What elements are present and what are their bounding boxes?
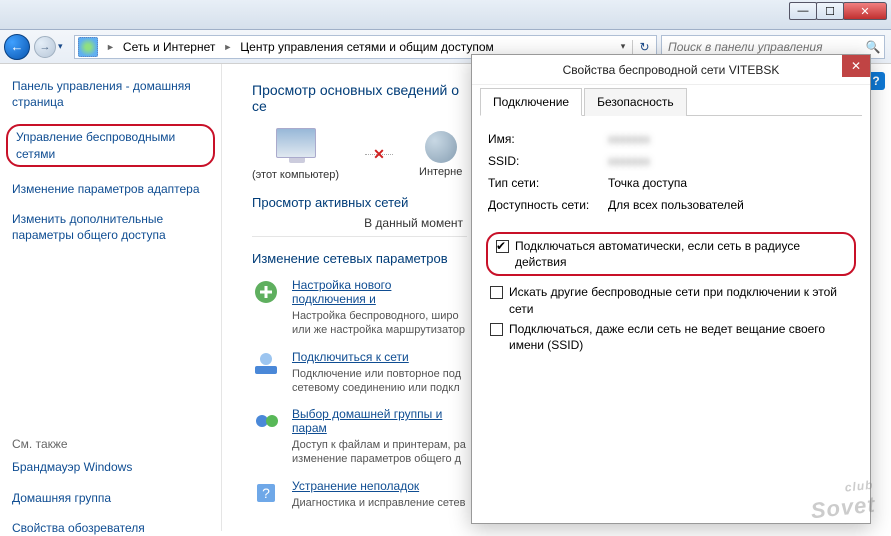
field-value-ssid: xxxxxxx [608,154,650,168]
nav-back[interactable]: ← [4,34,30,60]
search-input[interactable] [662,40,862,54]
breadcrumb-seg-sharing-center[interactable]: Центр управления сетями и общим доступом [237,38,497,56]
active-networks-heading: Просмотр активных сетей [252,195,467,210]
task-link-connect[interactable]: Подключиться к сети [292,350,461,364]
checkbox-label: Искать другие беспроводные сети при подк… [509,284,852,316]
homegroup-icon [252,407,280,435]
field-label-ssid: SSID: [488,154,608,168]
task-desc: Доступ к файлам и принтерам, ра изменени… [292,438,467,467]
task-link-troubleshoot[interactable]: Устранение неполадок [292,479,466,493]
task-link-homegroup[interactable]: Выбор домашней группы и парам [292,407,467,435]
connection-line: ✕ [365,154,393,155]
change-settings-heading: Изменение сетевых параметров [252,251,467,266]
checkbox-icon [496,240,509,253]
breadcrumb-separator: ► [218,42,237,52]
computer-icon [276,128,316,158]
new-connection-icon [252,278,280,306]
control-panel-icon [78,37,98,57]
tab-security[interactable]: Безопасность [584,88,687,116]
sidebar-seealso-firewall[interactable]: Брандмауэр Windows [12,459,209,475]
troubleshoot-icon: ? [252,479,280,507]
sidebar-link-adapter-settings[interactable]: Изменение параметров адаптера [12,181,209,197]
checkbox-search-other[interactable]: Искать другие беспроводные сети при подк… [486,282,856,318]
field-value-type: Точка доступа [608,176,687,190]
dialog-close-button[interactable]: ✕ [842,55,870,77]
window-close[interactable]: ✕ [843,2,887,20]
field-value-availability: Для всех пользователей [608,198,744,212]
see-also-heading: См. также [12,437,209,451]
control-panel-home-link[interactable]: Панель управления - домашняя страница [12,78,209,110]
window-maximize[interactable]: ☐ [816,2,844,20]
tab-connection[interactable]: Подключение [480,88,582,116]
active-networks-status: В данный момент [252,216,467,230]
connect-network-icon [252,350,280,378]
svg-text:?: ? [262,485,270,501]
sidebar-link-advanced-sharing[interactable]: Изменить дополнительные параметры общего… [12,211,209,243]
field-label-type: Тип сети: [488,176,608,190]
checkbox-connect-hidden[interactable]: Подключаться, даже если сеть не ведет ве… [486,319,856,355]
task-link-new-connection[interactable]: Настройка нового подключения и [292,278,467,306]
window-minimize[interactable]: — [789,2,817,20]
sidebar-seealso-homegroup[interactable]: Домашняя группа [12,490,209,506]
breadcrumb-seg-network[interactable]: Сеть и Интернет [120,38,218,56]
checkbox-icon [490,286,503,299]
dialog-title: Свойства беспроводной сети VITEBSK [563,63,780,77]
checkbox-connect-auto[interactable]: Подключаться автоматически, если сеть в … [486,232,856,276]
refresh-button[interactable]: ↻ [632,40,656,54]
checkbox-label: Подключаться автоматически, если сеть в … [515,238,846,270]
field-label-name: Имя: [488,132,608,146]
internet-globe-icon [425,131,457,163]
nav-history-dropdown[interactable]: ▾ [58,41,70,52]
field-label-availability: Доступность сети: [488,198,608,212]
sidebar-link-manage-wireless[interactable]: Управление беспроводными сетями [6,124,215,166]
search-icon: 🔍 [862,40,884,54]
wireless-properties-dialog: Свойства беспроводной сети VITEBSK ✕ Под… [471,54,871,524]
breadcrumb-separator: ► [101,42,120,52]
field-value-name: xxxxxxx [608,132,650,146]
breadcrumb-dropdown[interactable]: ▾ [614,41,632,52]
task-desc: Подключение или повторное под сетевому с… [292,367,461,396]
page-title: Просмотр основных сведений о се [252,82,467,114]
internet-label: Интерне [419,163,462,178]
task-desc: Диагностика и исправление сетев [292,496,466,510]
task-desc: Настройка беспроводного, широ или же нас… [292,309,467,338]
nav-forward[interactable]: → [34,36,56,58]
checkbox-icon [490,323,503,336]
divider [252,236,467,237]
this-computer-label: (этот компьютер) [252,166,339,181]
disconnected-icon: ✕ [373,146,385,163]
checkbox-label: Подключаться, даже если сеть не ведет ве… [509,321,852,353]
sidebar-seealso-internet-options[interactable]: Свойства обозревателя [12,520,209,536]
